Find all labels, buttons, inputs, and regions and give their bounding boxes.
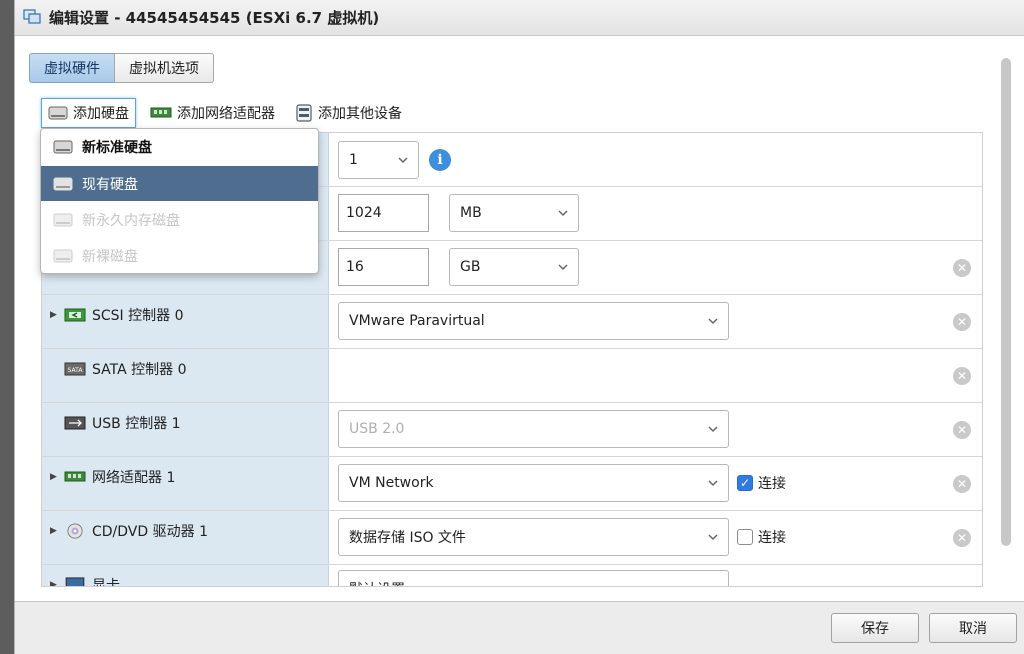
device-icon bbox=[296, 104, 312, 122]
remove-usb-icon[interactable]: ✕ bbox=[953, 421, 971, 439]
network-connect-checkbox[interactable]: ✓ bbox=[737, 475, 753, 491]
dialog-footer: 保存 取消 bbox=[15, 601, 1024, 654]
disk-icon bbox=[53, 249, 73, 262]
cddvd-source-select[interactable]: 数据存储 ISO 文件 bbox=[338, 518, 729, 556]
chevron-down-icon bbox=[707, 583, 719, 587]
expand-arrow-icon[interactable]: ▶ bbox=[50, 526, 62, 536]
add-network-label: 添加网络适配器 bbox=[177, 106, 275, 122]
info-icon[interactable]: i bbox=[429, 149, 451, 171]
sata-controller-icon: SATA bbox=[64, 362, 86, 376]
network-card-icon bbox=[150, 107, 172, 118]
network-label: 网络适配器 1 bbox=[92, 470, 176, 486]
network-card-icon bbox=[64, 471, 86, 482]
hardware-toolbar: 添加硬盘 添加网络适配器 添加其他设备 bbox=[41, 98, 416, 128]
edit-settings-dialog: 编辑设置 - 44545454545 (ESXi 6.7 虚拟机) 虚拟硬件 虚… bbox=[14, 0, 1024, 654]
add-disk-button[interactable]: 添加硬盘 bbox=[41, 98, 136, 128]
video-label: 显卡 bbox=[92, 578, 120, 587]
table-row-video: ▶ 显卡 默认设置 bbox=[42, 565, 982, 587]
video-settings-select[interactable]: 默认设置 bbox=[338, 570, 729, 587]
cpu-count-select[interactable]: 1 bbox=[338, 141, 419, 179]
save-button[interactable]: 保存 bbox=[831, 613, 919, 643]
menu-item-new-standard-disk[interactable]: 新标准硬盘 bbox=[41, 129, 318, 164]
sata-label: SATA 控制器 0 bbox=[92, 362, 187, 378]
cddvd-connect-label: 连接 bbox=[758, 530, 786, 546]
chevron-down-icon bbox=[708, 426, 718, 433]
monitor-icon bbox=[65, 577, 85, 586]
vm-icon bbox=[23, 9, 41, 24]
video-settings-value: 默认设置 bbox=[349, 579, 405, 586]
chevron-down-icon bbox=[558, 210, 568, 217]
cddvd-source-value: 数据存储 ISO 文件 bbox=[349, 530, 466, 546]
usb-type-select[interactable]: USB 2.0 bbox=[338, 410, 729, 448]
chevron-down-icon bbox=[558, 264, 568, 271]
tab-vm-options[interactable]: 虚拟机选项 bbox=[114, 53, 214, 83]
cddvd-label: CD/DVD 驱动器 1 bbox=[92, 524, 208, 540]
disk-unit-value: GB bbox=[460, 259, 481, 275]
disk-size-input[interactable]: 16 bbox=[338, 248, 429, 286]
scsi-controller-icon bbox=[64, 308, 86, 322]
memory-size-input[interactable]: 1024 bbox=[338, 194, 429, 232]
table-row-scsi: ▶ SCSI 控制器 0 VMware Paravirtual ✕ bbox=[42, 295, 982, 349]
scsi-type-select[interactable]: VMware Paravirtual bbox=[338, 302, 729, 340]
usb-type-value: USB 2.0 bbox=[349, 421, 405, 437]
memory-unit-select[interactable]: MB bbox=[449, 194, 579, 232]
dialog-title: 编辑设置 - 44545454545 (ESXi 6.7 虚拟机) bbox=[49, 9, 380, 27]
remove-sata-icon[interactable]: ✕ bbox=[953, 367, 971, 385]
table-row-usb: USB 控制器 1 USB 2.0 ✕ bbox=[42, 403, 982, 457]
menu-item-new-persistent-memory-disk: 新永久内存磁盘 bbox=[41, 202, 318, 237]
disk-unit-select[interactable]: GB bbox=[449, 248, 579, 286]
table-row-cddvd: ▶ CD/DVD 驱动器 1 数据存储 ISO 文件 连接 ✕ bbox=[42, 511, 982, 565]
expand-arrow-icon[interactable]: ▶ bbox=[50, 310, 62, 320]
disk-icon bbox=[48, 106, 68, 120]
svg-text:SATA: SATA bbox=[68, 367, 84, 374]
memory-size-value: 1024 bbox=[346, 205, 382, 221]
network-value: VM Network bbox=[349, 475, 434, 491]
menu-item-label: 新标准硬盘 bbox=[82, 139, 152, 156]
menu-item-new-raw-disk: 新裸磁盘 bbox=[41, 238, 318, 273]
memory-unit-value: MB bbox=[460, 205, 482, 221]
scrollbar[interactable] bbox=[1001, 58, 1011, 546]
chevron-down-icon bbox=[708, 534, 718, 541]
menu-item-label: 新永久内存磁盘 bbox=[82, 212, 180, 229]
add-network-adapter-button[interactable]: 添加网络适配器 bbox=[144, 98, 281, 128]
cancel-button[interactable]: 取消 bbox=[929, 613, 1017, 643]
remove-cddvd-icon[interactable]: ✕ bbox=[953, 529, 971, 547]
add-other-label: 添加其他设备 bbox=[318, 106, 402, 122]
add-disk-label: 添加硬盘 bbox=[73, 106, 129, 122]
table-row-network: ▶ 网络适配器 1 VM Network ✓ 连接 ✕ bbox=[42, 457, 982, 511]
add-other-device-button[interactable]: 添加其他设备 bbox=[289, 98, 408, 128]
cddvd-connect-checkbox[interactable] bbox=[737, 529, 753, 545]
tab-bar: 虚拟硬件 虚拟机选项 bbox=[29, 53, 214, 83]
table-row-sata: SATA SATA 控制器 0 ✕ bbox=[42, 349, 982, 403]
remove-network-icon[interactable]: ✕ bbox=[953, 475, 971, 493]
disk-icon bbox=[53, 213, 73, 226]
menu-item-existing-disk[interactable]: 现有硬盘 bbox=[41, 166, 318, 201]
disk-icon bbox=[53, 177, 73, 190]
network-select[interactable]: VM Network bbox=[338, 464, 729, 502]
cpu-count-value: 1 bbox=[349, 152, 358, 168]
remove-scsi-icon[interactable]: ✕ bbox=[953, 313, 971, 331]
expand-arrow-icon[interactable]: ▶ bbox=[50, 580, 62, 586]
chevron-down-icon bbox=[708, 480, 718, 487]
disk-size-value: 16 bbox=[346, 259, 364, 275]
scsi-label: SCSI 控制器 0 bbox=[92, 308, 184, 324]
scsi-type-value: VMware Paravirtual bbox=[349, 313, 485, 329]
add-disk-menu: 新标准硬盘 现有硬盘 新永久内存磁盘 新裸磁盘 bbox=[40, 128, 319, 274]
title-bar: 编辑设置 - 44545454545 (ESXi 6.7 虚拟机) bbox=[15, 0, 1024, 36]
network-connect-label: 连接 bbox=[758, 476, 786, 492]
expand-arrow-icon[interactable]: ▶ bbox=[50, 472, 62, 482]
remove-disk-icon[interactable]: ✕ bbox=[953, 259, 971, 277]
usb-controller-icon bbox=[64, 416, 86, 430]
tab-virtual-hardware[interactable]: 虚拟硬件 bbox=[29, 53, 114, 83]
menu-item-label: 新裸磁盘 bbox=[82, 248, 138, 265]
chevron-down-icon bbox=[708, 318, 718, 325]
menu-item-label: 现有硬盘 bbox=[82, 176, 138, 193]
cd-dvd-icon bbox=[67, 523, 83, 539]
usb-label: USB 控制器 1 bbox=[92, 416, 181, 432]
disk-icon bbox=[53, 140, 73, 153]
chevron-down-icon bbox=[398, 157, 408, 164]
